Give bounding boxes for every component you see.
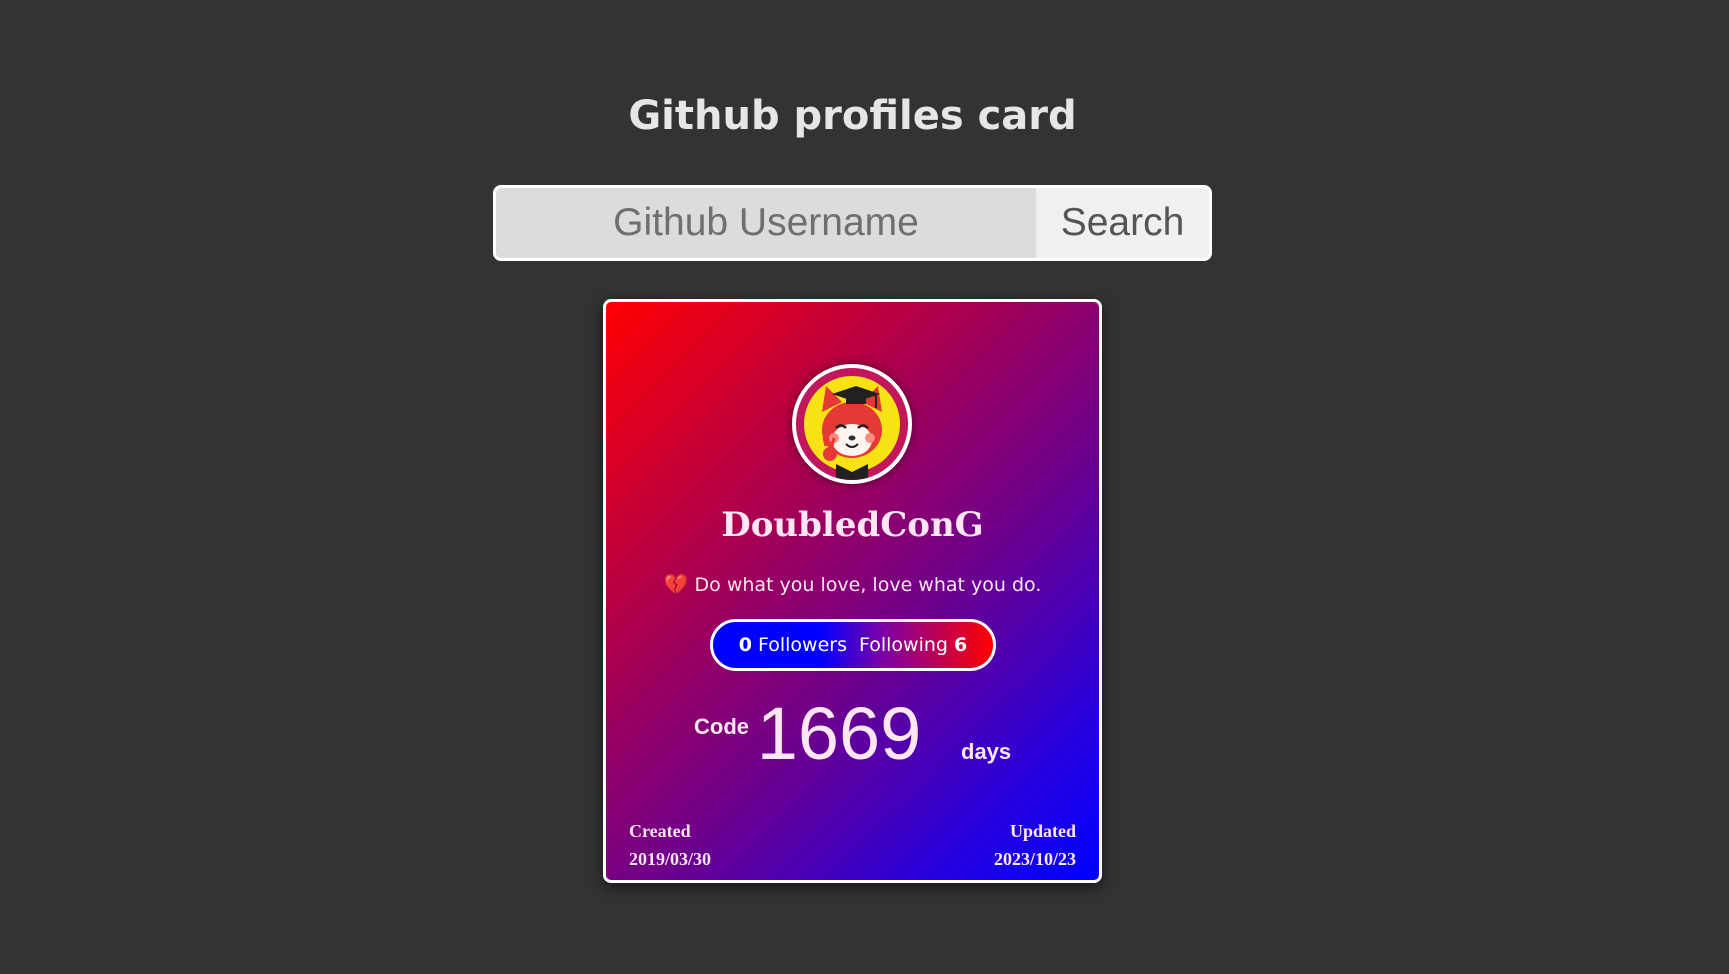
following-label: Following bbox=[859, 634, 948, 656]
updated-date: 2023/10/23 bbox=[993, 849, 1076, 869]
avatar[interactable] bbox=[792, 364, 912, 484]
updated-info: Updated 2023/10/23 bbox=[994, 817, 1076, 873]
search-button[interactable]: Search bbox=[1036, 188, 1209, 258]
page-title: Github profiles card bbox=[628, 93, 1077, 139]
profile-bio: 💔 Do what you love, love what you do. bbox=[606, 570, 1099, 599]
followers-label: Followers bbox=[758, 634, 847, 656]
following-count: 6 bbox=[954, 634, 968, 656]
profile-card: DoubledConG 💔 Do what you love, love what… bbox=[603, 299, 1102, 883]
code-days-count: 1669 bbox=[756, 692, 922, 775]
bio-text: Do what you love, love what you do. bbox=[694, 574, 1042, 596]
search-form: Search bbox=[493, 185, 1212, 261]
fox-graduate-avatar-icon bbox=[796, 368, 908, 480]
broken-heart-icon: 💔 bbox=[663, 572, 689, 596]
code-label: Code bbox=[694, 714, 749, 739]
username-search-input[interactable] bbox=[496, 188, 1036, 258]
created-info: Created 2019/03/30 bbox=[629, 817, 711, 873]
created-label: Created bbox=[629, 821, 691, 841]
created-date: 2019/03/30 bbox=[629, 849, 712, 869]
page-root: Github profiles card Search bbox=[0, 0, 1729, 974]
followers-count: 0 bbox=[738, 634, 752, 656]
updated-label: Updated bbox=[1009, 821, 1076, 841]
profile-username: DoubledConG bbox=[721, 505, 984, 545]
follow-stats: 0 Followers Following 6 bbox=[710, 619, 996, 671]
code-unit-label: days bbox=[961, 739, 1012, 764]
code-days-stat: Code 1669 days bbox=[606, 694, 1099, 784]
